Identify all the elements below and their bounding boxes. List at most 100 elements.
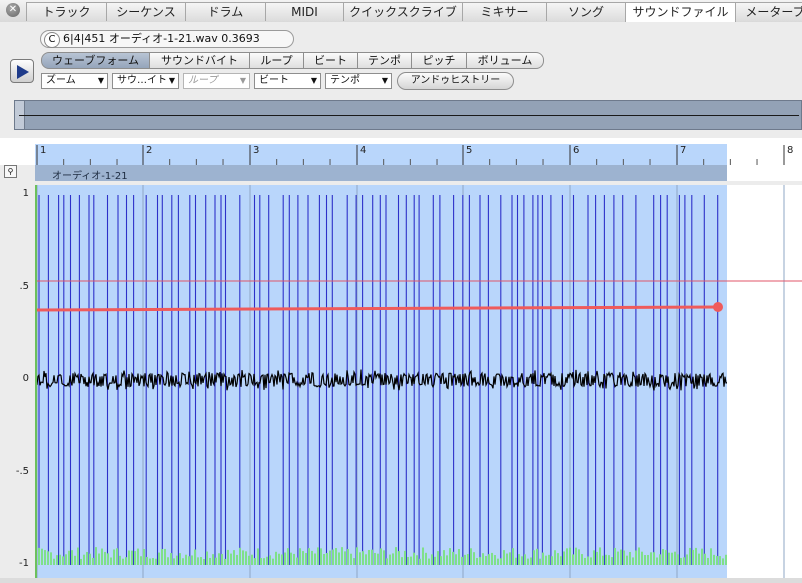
peak-bar [368,549,370,565]
peak-bar [458,549,460,565]
c-badge[interactable]: C [44,32,60,48]
peak-bar [443,550,445,565]
peak-bar [179,553,181,565]
tab-mixer[interactable]: ミキサー [462,2,547,21]
peak-bar [713,554,715,565]
peak-bar [233,550,235,565]
peak-bar [380,548,382,565]
volume-envelope[interactable] [35,305,721,312]
peak-bar [347,549,349,565]
peak-bar [716,556,718,565]
beat-dropdown[interactable]: ビート ▼ [254,73,321,89]
peak-bar [149,558,151,565]
peak-bar [626,555,628,565]
peak-bar [437,551,439,565]
volume-handle[interactable] [713,302,723,312]
peak-bar [629,551,631,565]
peak-bar [452,551,454,565]
tab-quickscribe[interactable]: クイックスクライブ [343,2,463,21]
peak-bar [719,556,721,565]
close-icon[interactable]: ✕ [6,3,20,17]
peak-bar [263,558,265,565]
peak-bar [683,557,685,565]
peak-bar [605,554,607,565]
peak-bar [539,558,541,565]
peak-bar [521,556,523,565]
peak-bar [335,548,337,565]
peak-bar [416,555,418,565]
peak-bar [578,549,580,565]
peak-bar [311,550,313,565]
peak-bar [698,553,700,565]
peak-bar [464,554,466,565]
peak-bar [344,551,346,565]
tab-sequence[interactable]: シーケンス [106,2,186,21]
tab-meter[interactable]: メーターブ [735,2,802,21]
peak-bar [68,550,70,565]
peak-bar [419,558,421,565]
peak-bar [284,552,286,565]
mode-volume[interactable]: ボリューム [466,52,544,69]
peak-bar [200,557,202,565]
ruler-bar-label: 8 [787,145,793,156]
tab-soundfile[interactable]: サウンドファイル [625,2,736,23]
peak-bar [161,549,163,565]
peak-bar [692,549,694,565]
peak-bar [170,553,172,565]
peak-bar [77,547,79,565]
magnifier-icon[interactable]: ⚲ [4,165,17,178]
peak-bar [248,555,250,565]
ruler-bar-label: 7 [680,145,686,156]
peak-bar [644,554,646,565]
file-info-field[interactable]: C 6|4|451 オーディオ-1-21.wav 0.3693 [40,30,294,48]
peak-bar [206,551,208,565]
peak-bar [575,547,577,565]
mode-tempo[interactable]: テンポ [357,52,412,69]
peak-bar [47,551,49,565]
play-button[interactable] [10,59,34,83]
peak-bar [353,558,355,565]
overview-waveform [19,115,799,116]
mode-soundbite[interactable]: サウンドバイト [149,52,250,69]
ruler-bar-label: 5 [466,145,472,156]
tempo-dropdown[interactable]: テンポ ▼ [325,73,392,89]
peak-bar [470,548,472,565]
peak-bar [512,548,514,565]
peak-bar [92,557,94,565]
soundbite-dropdown[interactable]: サウ…イト ▼ [112,73,179,89]
peak-bar [659,554,661,565]
waveform-view[interactable] [35,185,802,578]
chevron-down-icon: ▼ [381,76,388,85]
mode-loop[interactable]: ループ [249,52,304,69]
tab-song[interactable]: ソング [546,2,626,21]
mode-waveform[interactable]: ウェーブフォーム [41,52,150,69]
peak-bar [212,554,214,565]
mode-beat[interactable]: ビート [303,52,358,69]
undo-history-button[interactable]: アンドゥヒストリー [397,72,514,90]
overview-scroller[interactable] [14,100,802,130]
audio-region[interactable] [35,165,727,181]
peak-bar [41,548,43,565]
peak-bar [632,557,634,565]
chevron-down-icon: ▼ [310,76,317,85]
peak-bar [665,550,667,565]
mode-pitch[interactable]: ピッチ [411,52,467,69]
peak-bar [533,550,535,565]
peak-bar [497,558,499,565]
loop-dropdown-label: ループ [188,75,218,86]
peak-bar [338,552,340,565]
peak-bar [305,553,307,565]
peak-bar [425,552,427,565]
peak-bar [71,550,73,565]
peak-bar [584,557,586,565]
peak-bar [254,558,256,565]
peak-bar [491,552,493,565]
tab-track[interactable]: トラック [26,2,107,21]
peak-bar [515,557,517,565]
zoom-dropdown[interactable]: ズーム ▼ [41,73,108,89]
peak-bar [503,550,505,565]
tab-drum[interactable]: ドラム [185,2,266,21]
peak-bar [332,549,334,565]
peak-bar [140,556,142,565]
tab-midi[interactable]: MIDI [265,2,344,21]
